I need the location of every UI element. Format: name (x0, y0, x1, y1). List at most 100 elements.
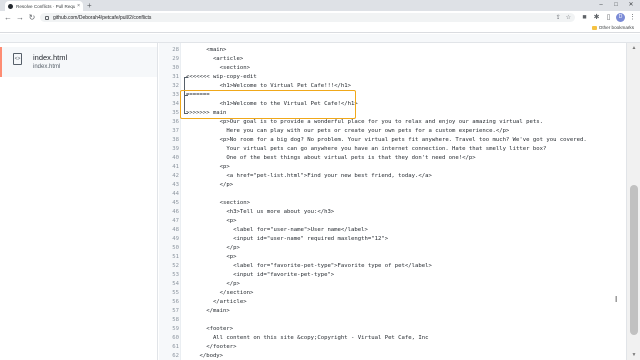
code-text: <<<<<<< wip-copy-edit (186, 74, 257, 80)
line-number: 34 (172, 101, 179, 107)
code-line[interactable]: 53 <input id="favorite-pet-type"> (159, 271, 626, 280)
code-line[interactable]: 55 </section> (159, 289, 626, 298)
github-page: <> index.html index.html 28 <main> 29 <ar… (0, 34, 640, 360)
maximize-icon[interactable]: □ (609, 0, 623, 11)
url-text: github.com/Deborah4/petcafe/pull/2/confl… (53, 14, 152, 21)
line-number: 28 (172, 47, 179, 53)
file-item-index-html[interactable]: <> index.html index.html (0, 47, 157, 77)
back-icon[interactable]: ← (3, 12, 13, 23)
code-line[interactable]: 31 <<<<<<< wip-copy-edit (159, 73, 626, 82)
other-bookmarks[interactable]: Other bookmarks (591, 25, 634, 30)
code-line[interactable]: 28 <main> (159, 46, 626, 55)
tab-close-icon[interactable]: × (77, 3, 80, 9)
file-code-icon: <> (13, 53, 22, 65)
folder-icon (591, 25, 597, 30)
conflict-editor[interactable]: 28 <main> 29 <article> 30 <section> 31 <<<<<… (159, 43, 626, 360)
share-icon[interactable]: ⇪ (556, 14, 561, 21)
code-line[interactable]: 61 </footer> (159, 343, 626, 352)
code-text: <main> (186, 47, 227, 53)
window-close-icon[interactable]: ✕ (624, 0, 638, 11)
code-line[interactable]: 30 <section> (159, 64, 626, 73)
line-number: 30 (172, 65, 179, 71)
line-number: 33 (172, 92, 179, 98)
code-text: </section> (186, 290, 254, 296)
code-text: <p>No room for a big dog? No problem. Yo… (186, 137, 587, 143)
line-number: 32 (172, 83, 179, 89)
profile-avatar[interactable]: D (616, 13, 625, 22)
code-line[interactable]: 46 <h3>Tell us more about you:</h3> (159, 208, 626, 217)
code-line[interactable]: 29 <article> (159, 55, 626, 64)
code-line[interactable]: 47 <p> (159, 217, 626, 226)
star-icon[interactable]: ☆ (566, 14, 571, 21)
code-line[interactable]: 37 Here you can play with our pets or cr… (159, 127, 626, 136)
puzzle-icon[interactable]: ✱ (592, 13, 601, 22)
file-path: index.html (33, 64, 61, 70)
line-number: 44 (172, 191, 179, 197)
code-line[interactable]: 49 <input id="user-name" required maxlen… (159, 235, 626, 244)
code-text: </main> (186, 308, 230, 314)
address-bar[interactable]: github.com/Deborah4/petcafe/pull/2/confl… (40, 13, 575, 22)
code-line[interactable]: 45 <section> (159, 199, 626, 208)
line-number: 35 (172, 110, 179, 116)
line-number: 41 (172, 164, 179, 170)
line-number: 58 (172, 317, 179, 323)
forward-icon[interactable]: → (15, 12, 25, 23)
editor-scrollbar[interactable]: ▲ ▼ (626, 43, 640, 360)
code-text: </footer> (186, 344, 237, 350)
line-number: 50 (172, 245, 179, 251)
code-line[interactable]: 51 <p> (159, 253, 626, 262)
lock-icon[interactable] (45, 15, 49, 20)
tab-title: Resolve Conflicts · Pull Request · (16, 3, 76, 9)
extension-icon[interactable]: ■ (580, 13, 589, 22)
code-line[interactable]: 48 <label for="user-name">User name</lab… (159, 226, 626, 235)
code-line[interactable]: 44 (159, 190, 626, 199)
conflict-header (0, 34, 640, 43)
code-text: <input id="user-name" required maxlength… (186, 236, 389, 242)
code-line[interactable]: 41 <p> (159, 163, 626, 172)
code-line[interactable]: 56 </article> (159, 298, 626, 307)
code-text: Your virtual pets can go anywhere you ha… (186, 146, 547, 152)
line-number: 39 (172, 146, 179, 152)
omnibox-actions: ⇪ ☆ (556, 13, 571, 22)
line-number: 56 (172, 299, 179, 305)
new-tab-button[interactable]: + (87, 1, 92, 10)
line-number: 62 (172, 353, 179, 359)
line-number: 29 (172, 56, 179, 62)
line-number: 55 (172, 290, 179, 296)
sidebar-icon[interactable]: ▯ (604, 13, 613, 22)
code-text: All content on this site &copy;Copyright… (186, 335, 429, 341)
code-line[interactable]: 40 One of the best things about virtual … (159, 154, 626, 163)
code-line[interactable]: 57 </main> (159, 307, 626, 316)
tab-strip: Resolve Conflicts · Pull Request · × + –… (0, 0, 640, 11)
scroll-up-icon[interactable]: ▲ (630, 45, 638, 51)
scroll-thumb[interactable] (630, 185, 638, 335)
line-number: 43 (172, 182, 179, 188)
code-line[interactable]: 58 (159, 316, 626, 325)
line-number: 42 (172, 173, 179, 179)
code-line[interactable]: 52 <label for="favorite-pet-type">Favori… (159, 262, 626, 271)
line-number: 53 (172, 272, 179, 278)
code-line[interactable]: 59 <footer> (159, 325, 626, 334)
code-line[interactable]: 38 <p>No room for a big dog? No problem.… (159, 136, 626, 145)
browser-tab[interactable]: Resolve Conflicts · Pull Request · × (5, 1, 83, 11)
code-line[interactable]: 42 <a href="pet-list.html">Find your new… (159, 172, 626, 181)
code-line[interactable]: 36 <p>Our goal is to provide a wonderful… (159, 118, 626, 127)
minimize-icon[interactable]: – (594, 0, 608, 11)
line-number: 46 (172, 209, 179, 215)
line-number: 49 (172, 236, 179, 242)
menu-icon[interactable]: ⋮ (628, 13, 637, 22)
reload-icon[interactable]: ↻ (27, 12, 37, 23)
scroll-down-icon[interactable]: ▼ (630, 352, 638, 358)
code-line[interactable]: 60 All content on this site &copy;Copyri… (159, 334, 626, 343)
code-line[interactable]: 50 </p> (159, 244, 626, 253)
code-text: <footer> (186, 326, 234, 332)
text-cursor-icon: I (615, 295, 618, 304)
code-line[interactable]: 39 Your virtual pets can go anywhere you… (159, 145, 626, 154)
line-number: 61 (172, 344, 179, 350)
code-line[interactable]: 62 </body> (159, 352, 626, 360)
code-line[interactable]: 43 </p> (159, 181, 626, 190)
line-number: 36 (172, 119, 179, 125)
line-number: 48 (172, 227, 179, 233)
code-line[interactable]: 54 </p> (159, 280, 626, 289)
code-text: </body> (186, 353, 224, 359)
